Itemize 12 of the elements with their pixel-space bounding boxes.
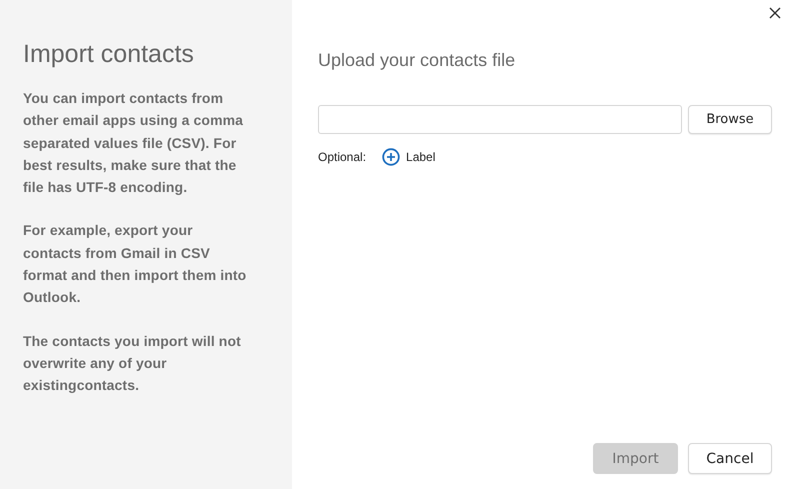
add-label-button[interactable]: Label: [382, 148, 436, 166]
description-text: The contacts you import will not overwrite any of your existingcontacts.: [23, 332, 242, 396]
file-path-field[interactable]: [318, 105, 682, 134]
cancel-button[interactable]: Cancel: [688, 443, 772, 474]
sidebar-title: Import contacts: [23, 40, 195, 69]
close-icon[interactable]: [768, 6, 782, 20]
browse-button[interactable]: Browse: [688, 105, 772, 134]
description-text: For example, export your contacts from Gmail in CSV format and then import them into Outlook.: [23, 221, 248, 308]
plus-circle-icon: [382, 148, 400, 166]
optional-label: Optional:: [318, 150, 366, 164]
description-text: You can import contacts from other email apps using a comma separated values file (CSV). For best results, make sure that the file has UTF-8 encoding.: [23, 89, 244, 198]
upload-title: Upload your contacts file: [318, 50, 516, 71]
